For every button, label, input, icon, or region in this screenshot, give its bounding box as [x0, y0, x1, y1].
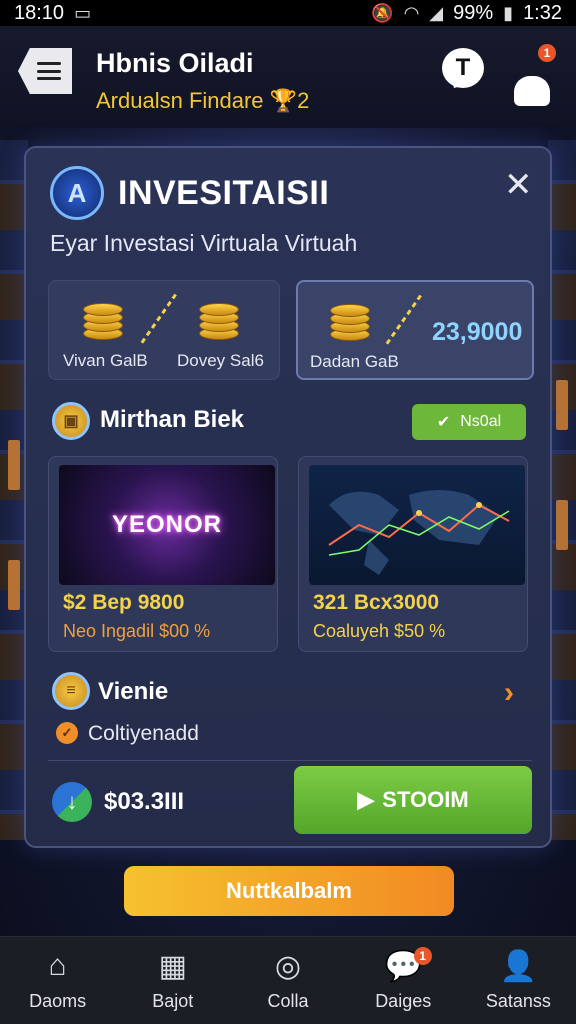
nav-item-camera[interactable]: ◎ Colla [230, 937, 345, 1024]
chevron-right-icon[interactable]: › [504, 676, 514, 710]
neural-network-image: YEONOR [59, 465, 275, 585]
coin-stack-icon: ≡ [52, 672, 90, 710]
side-decor-right [548, 140, 576, 840]
investment-item[interactable]: 321 Bcx3000 Coaluyeh $50 % [298, 456, 528, 652]
nav-label: Daoms [29, 991, 87, 1011]
app-title: Hbnis Oiladi [96, 48, 254, 78]
hamburger-icon [37, 62, 61, 80]
signal-icon: ◢ [429, 2, 444, 23]
mute-icon: 🔕 [371, 2, 394, 23]
wallet-amount: $03.3III [104, 788, 185, 815]
investment-title: 321 Bcx3000 [313, 591, 440, 614]
stream-button[interactable]: ▶ STOOIM [294, 766, 532, 834]
nav-label: Colla [267, 991, 309, 1011]
divider [48, 760, 532, 761]
stat-label: Dadan GaB [310, 352, 399, 371]
battery-percent: 99% [453, 1, 494, 24]
stat-label-left: Vivan GalB [63, 351, 148, 370]
coin-stack-icon [199, 303, 239, 343]
coin-stack-icon [330, 304, 370, 344]
check-button-label: Ns0al [460, 413, 502, 430]
image-label: YEONOR [111, 511, 222, 538]
card-title: INVESITAISII [118, 174, 330, 212]
check-button[interactable]: ✔ Ns0al [412, 404, 526, 440]
sparkle-icon [385, 294, 422, 346]
investment-subtitle: Coaluyeh $50 % [313, 621, 446, 641]
investment-subtitle: Neo Ingadil $00 % [63, 621, 211, 641]
sparkle-icon [140, 293, 177, 345]
gallery-icon: ▭ [74, 2, 92, 23]
notification-button[interactable]: 1 [512, 44, 556, 106]
stat-value: 23,9000 [432, 318, 523, 346]
wifi-icon: ◠ [403, 2, 420, 23]
chat-button[interactable]: T [442, 48, 484, 88]
close-button[interactable]: ✕ [504, 168, 533, 202]
status-bar: 18:10 ▭ 🔕 ◠ ◢ 99% ▮ 1:32 [0, 0, 576, 26]
bottom-nav: ⌂ Daoms ▦ Bajot ◎ Colla 💬 1 Daiges 👤 Sat… [0, 936, 576, 1024]
world-map-image [309, 465, 525, 585]
coin-stack-icon [83, 303, 123, 343]
status-time-right: 1:32 [523, 1, 562, 24]
battery-icon: ▮ [503, 2, 514, 23]
config-badge-icon: ✓ [56, 722, 78, 744]
stat-label-right: Dovey Sal6 [177, 351, 264, 370]
nav-badge: 1 [413, 947, 432, 965]
nav-item-profile[interactable]: 👤 Satanss [461, 937, 576, 1024]
status-time-left: 18:10 [14, 1, 65, 24]
stat-box-balance[interactable]: Vivan GalB Dovey Sal6 [48, 280, 280, 380]
viewer-title: Vienie [98, 678, 169, 705]
investment-title: $2 Bep 9800 [63, 591, 185, 614]
wallet-arrow-icon: ↓ [52, 782, 92, 822]
person-icon: 👤 [499, 949, 538, 983]
bag-icon: ▦ [158, 949, 187, 983]
stream-button-label: STOOIM [382, 787, 469, 812]
stat-box-total[interactable]: 23,9000 Dadan GaB [296, 280, 534, 380]
nav-label: Bajot [152, 991, 194, 1011]
primary-action-button[interactable]: Nuttkalbalm [124, 866, 454, 916]
app-header: Hbnis Oiladi Ardualsn Findare 🏆2 T 1 [0, 26, 576, 128]
coin-badge-icon: ▣ [52, 402, 90, 440]
nav-item-messages[interactable]: 💬 1 Daiges [346, 937, 461, 1024]
card-description: Eyar Investasi Virtuala Virtuah [50, 230, 358, 256]
trophy-badge: 🏆2 [269, 88, 310, 113]
camera-icon: ◎ [274, 949, 302, 983]
nav-label: Satanss [485, 991, 551, 1011]
nav-item-shop[interactable]: ▦ Bajot [115, 937, 230, 1024]
check-icon: ✔ [436, 414, 451, 431]
app-subtitle-text: Ardualsn Findare [96, 88, 264, 113]
investment-card: A INVESITAISII ✕ Eyar Investasi Virtuala… [24, 146, 552, 848]
car-alert-icon [514, 76, 550, 106]
invest-logo-icon: A [50, 166, 104, 220]
chat-icon: T [455, 54, 471, 81]
menu-button[interactable] [18, 48, 72, 94]
home-icon: ⌂ [48, 949, 67, 982]
nav-item-home[interactable]: ⌂ Daoms [0, 937, 115, 1024]
config-text: Coltiyenadd [88, 722, 199, 745]
investment-item[interactable]: YEONOR $2 Bep 9800 Neo Ingadil $00 % [48, 456, 278, 652]
nav-label: Daiges [375, 991, 432, 1011]
notification-badge: 1 [538, 44, 556, 62]
play-icon: ▶ [357, 787, 375, 812]
app-subtitle: Ardualsn Findare 🏆2 [96, 88, 309, 114]
section-title: Mirthan Biek [100, 406, 245, 433]
